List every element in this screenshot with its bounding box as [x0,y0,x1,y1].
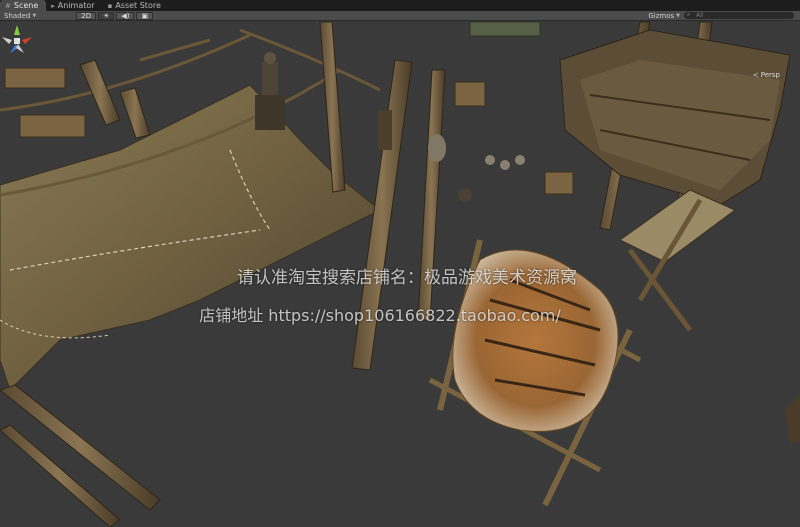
editor-tab-bar: # Scene ▸ Animator ▪ Asset Store [0,0,800,11]
axis-x-cone[interactable] [22,37,32,44]
axis-neg-x-cone[interactable] [2,37,12,44]
tab-scene[interactable]: # Scene [0,0,47,11]
axis-y-cone[interactable] [14,25,20,35]
projection-label[interactable]: ≺ Persp [753,71,780,79]
tab-asset-store-label: Asset Store [115,1,161,10]
image-icon: ▣ [141,11,149,20]
shading-mode-label: Shaded [4,11,31,20]
shading-mode-dropdown[interactable]: Shaded ▼ [0,12,40,20]
chevron-left-icon: ≺ [752,71,759,79]
animator-icon: ▸ [51,1,55,10]
asset-store-icon: ▪ [107,1,113,10]
scene-search-input[interactable]: ⌕ All [684,11,794,19]
gizmos-dropdown[interactable]: Gizmos ▼ [644,12,684,20]
sun-icon: ☀ [103,11,110,20]
chevron-down-icon: ▼ [676,12,680,19]
wooden-structure [559,29,791,206]
speaker-icon: ◀) [121,11,130,20]
gizmo-center-cube[interactable] [14,38,20,44]
axis-neg-z-cone[interactable] [16,44,24,53]
warrior-figure [255,52,285,130]
scene-icon: # [5,1,11,10]
effects-toggle-button[interactable]: ▣ [136,11,154,20]
gizmos-label: Gizmos [648,11,675,20]
watermark-line-1: 请认准淘宝搜索店铺名：极品游戏美术资源窝 [237,268,577,288]
watermark-line-2: 店铺地址 https://shop106166822.taobao.com/ [199,306,561,325]
tab-asset-store[interactable]: ▪ Asset Store [103,0,169,11]
projection-text: Persp [760,71,780,79]
scene-toolbar: Shaded ▼ 2D ☀ ◀) ▣ Gizmos ▼ ⌕ All [0,11,800,21]
chevron-down-icon: ▼ [32,12,37,19]
lighting-toggle-button[interactable]: ☀ [98,11,115,20]
toggle-2d-button[interactable]: 2D [76,11,97,20]
tab-animator[interactable]: ▸ Animator [46,0,102,11]
green-crate [469,21,541,37]
search-placeholder: All [696,12,704,19]
tab-scene-label: Scene [13,1,39,10]
search-icon: ⌕ [687,11,691,18]
scene-viewport[interactable]: ≺ Persp 请认准淘宝搜索店铺名：极品游戏美术资源窝 店铺地址 https:… [0,21,800,527]
audio-toggle-button[interactable]: ◀) [116,11,135,20]
tab-animator-label: Animator [57,1,95,10]
axis-z-cone[interactable] [10,44,18,53]
orientation-gizmo[interactable] [0,21,34,61]
plank [785,395,800,445]
